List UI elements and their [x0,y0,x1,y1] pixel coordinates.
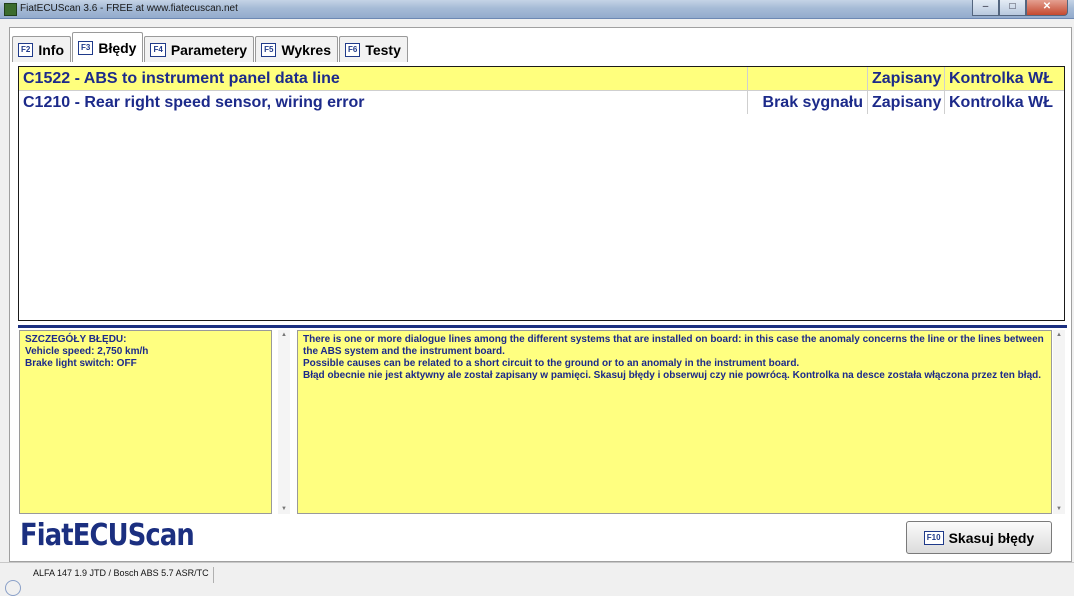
error-status: Zapisany [868,91,945,114]
f3-key-icon: F3 [78,40,94,55]
details-scrollbar[interactable]: ▲ ▼ [278,330,290,514]
tab-tests[interactable]: F6 Testy [339,36,408,62]
error-row[interactable]: C1522 - ABS to instrument panel data lin… [19,67,1064,91]
error-lamp: Kontrolka WŁ [949,94,1053,111]
details-heading: SZCZEGÓŁY BŁĘDU: [25,334,127,345]
tab-bar: F2 Info F3 Błędy F4 Parametery F5 Wykres… [12,32,409,62]
info-paragraph: There is one or more dialogue lines amon… [303,334,1044,357]
window-title: FiatECUScan 3.6 - FREE at www.fiatecusca… [20,3,238,14]
tab-label: Testy [365,41,401,58]
tab-label: Wykres [281,41,331,58]
f6-key-icon: F6 [345,42,361,57]
tab-label: Info [38,41,64,58]
close-button[interactable]: ✕ [1026,0,1068,16]
error-lamp: Kontrolka WŁ [949,70,1053,87]
info-paragraph: Błąd obecnie nie jest aktywny ale został… [303,370,1042,381]
f2-key-icon: F2 [18,42,34,57]
divider [18,325,1067,328]
tab-info[interactable]: F2 Info [12,36,71,62]
info-paragraph: Possible causes can be related to a shor… [303,358,800,369]
error-signal: Brak sygnału [748,91,868,114]
title-bar: FiatECUScan 3.6 - FREE at www.fiatecusca… [0,0,1074,19]
tab-graph[interactable]: F5 Wykres [255,36,338,62]
error-row[interactable]: C1210 - Rear right speed sensor, wiring … [19,91,1064,114]
clear-errors-button[interactable]: F10 Skasuj błędy [906,521,1052,554]
scroll-up-icon[interactable]: ▲ [1053,332,1065,338]
app-icon [4,3,17,16]
f4-key-icon: F4 [150,42,166,57]
tab-parameters[interactable]: F4 Parametery [144,36,255,62]
status-separator [213,567,214,583]
scroll-down-icon[interactable]: ▼ [278,506,290,512]
f10-key-icon: F10 [923,530,944,545]
minimize-button[interactable]: – [972,0,999,16]
window-controls: – □ ✕ [972,0,1068,16]
details-line: Brake light switch: OFF [25,358,137,369]
error-list: C1522 - ABS to instrument panel data lin… [18,66,1065,321]
error-info-panel: There is one or more dialogue lines amon… [297,330,1052,514]
app-logo: FiatECUScan [20,518,195,553]
f5-key-icon: F5 [261,42,277,57]
tab-label: Błędy [98,39,137,56]
error-signal [748,67,868,90]
scroll-up-icon[interactable]: ▲ [278,332,290,338]
tab-label: Parametery [170,41,248,58]
vehicle-info: ALFA 147 1.9 JTD / Bosch ABS 5.7 ASR/TC [33,568,209,578]
error-status: Zapisany [868,67,945,90]
maximize-button[interactable]: □ [999,0,1026,16]
clear-errors-label: Skasuj błędy [948,529,1035,546]
info-scrollbar[interactable]: ▲ ▼ [1053,330,1065,514]
status-bar: ALFA 147 1.9 JTD / Bosch ABS 5.7 ASR/TC [0,562,1074,596]
tab-errors[interactable]: F3 Błędy [72,32,144,62]
details-line: Vehicle speed: 2,750 km/h [25,346,149,357]
scroll-down-icon[interactable]: ▼ [1053,506,1065,512]
error-description: C1522 - ABS to instrument panel data lin… [19,67,748,90]
connection-icon [5,580,21,596]
error-details-panel: SZCZEGÓŁY BŁĘDU: Vehicle speed: 2,750 km… [19,330,272,514]
error-description: C1210 - Rear right speed sensor, wiring … [19,91,748,114]
